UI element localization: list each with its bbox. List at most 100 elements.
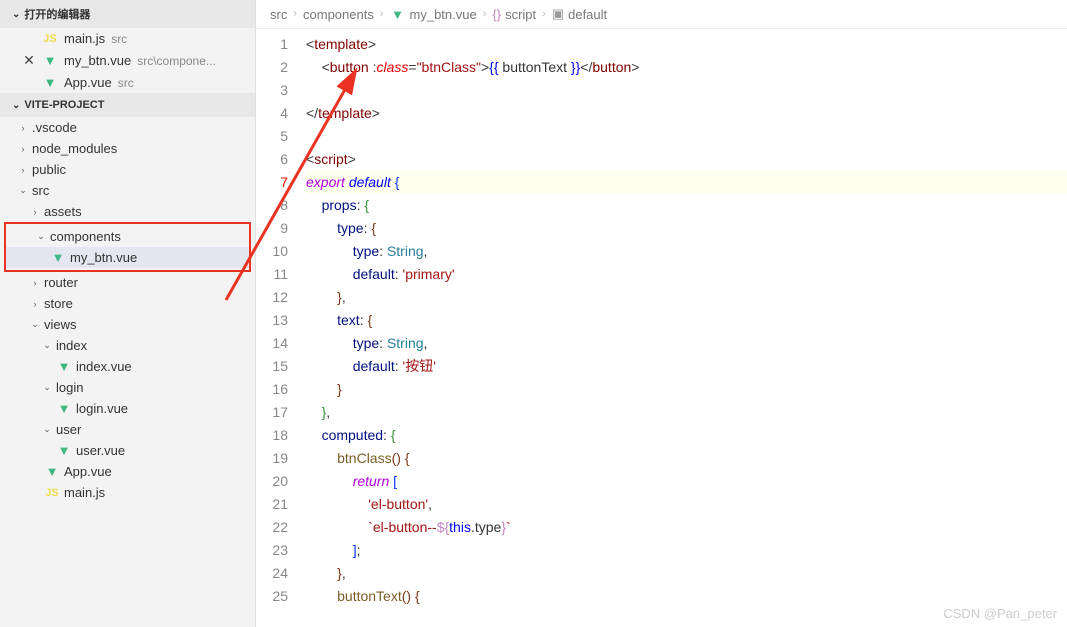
tree-item[interactable]: ⌄user [0,419,255,440]
code-line[interactable]: default: 'primary' [306,263,1067,286]
breadcrumb-label: default [568,7,607,22]
breadcrumb-sep: › [483,8,487,20]
tree-item[interactable]: ▼login.vue [0,398,255,419]
file-path: src\compone... [137,54,216,68]
code-line[interactable] [306,125,1067,148]
tree-item[interactable]: ▼user.vue [0,440,255,461]
code-line[interactable]: return [ [306,470,1067,493]
code-line[interactable]: `el-button--${this.type}` [306,516,1067,539]
tree-item[interactable]: › node_modules [0,138,255,159]
close-icon[interactable]: ✕ [22,52,36,69]
code-editor[interactable]: 1234567891011121314151617181920212223242… [256,29,1067,627]
editor-pane: src›components›▼my_btn.vue›{}script›▣def… [256,0,1067,627]
breadcrumb-label: script [505,7,536,22]
tree-item[interactable]: ⌄index [0,335,255,356]
tree-item[interactable]: ⌄components [6,226,249,247]
tree-item-label: main.js [64,485,105,500]
tree-item-label: views [44,317,77,332]
line-number: 21 [256,493,288,516]
tree-item[interactable]: JSmain.js [0,482,255,503]
code-line[interactable]: }, [306,401,1067,424]
chevron-icon: ⌄ [42,382,52,393]
tree-item[interactable]: ›store [0,293,255,314]
tree-item[interactable]: ▼App.vue [0,461,255,482]
chevron-icon: › [18,144,28,154]
tree-item-label: store [44,296,73,311]
code-line[interactable]: props: { [306,194,1067,217]
code-line[interactable]: computed: { [306,424,1067,447]
code-content[interactable]: <template> <button :class="btnClass">{{ … [306,29,1067,627]
open-editors-header[interactable]: ⌄ 打开的编辑器 [0,0,255,28]
vue-icon: ▼ [42,53,58,68]
chevron-down-icon: ⌄ [12,9,20,20]
editor-tab[interactable]: JSmain.js src [0,28,255,49]
tree-item[interactable]: ⌄login [0,377,255,398]
code-line[interactable]: buttonText() { [306,585,1067,608]
chevron-down-icon: ⌄ [12,100,20,111]
code-line[interactable]: ]; [306,539,1067,562]
tree-item[interactable]: ›assets [0,201,255,222]
tree-item-label: router [44,275,78,290]
line-number: 14 [256,332,288,355]
code-line[interactable]: type: String, [306,240,1067,263]
editor-tab[interactable]: ✕ ▼ my_btn.vue src\compone... [0,49,255,72]
tree-item-label: index [56,338,87,353]
line-number: 4 [256,102,288,125]
file-name: my_btn.vue [64,53,131,68]
js-icon: JS [42,33,58,45]
code-line[interactable]: default: '按钮' [306,355,1067,378]
code-line[interactable]: <script> [306,148,1067,171]
file-tree: ›.vscode›node_modules›public⌄src›assets … [0,117,255,627]
project-header[interactable]: ⌄ VITE-PROJECT [0,93,255,117]
tree-item[interactable]: ›router [0,272,255,293]
cube-icon: ▣ [552,6,564,22]
code-line[interactable]: type: String, [306,332,1067,355]
tree-item[interactable]: ⌄ views [0,314,255,335]
code-line[interactable]: type: { [306,217,1067,240]
watermark: CSDN @Pan_peter [943,606,1057,621]
vue-icon: ▼ [42,75,58,90]
code-line[interactable]: }, [306,562,1067,585]
line-number: 18 [256,424,288,447]
breadcrumb-label: src [270,7,287,22]
code-line[interactable]: } [306,378,1067,401]
code-line[interactable]: export default { [306,171,1067,194]
tree-item-label: node_modules [32,141,117,156]
code-line[interactable]: </template> [306,102,1067,125]
breadcrumb-item[interactable]: ▼my_btn.vue [390,7,477,22]
breadcrumb-item[interactable]: ▣ default [552,6,607,22]
vue-icon: ▼ [50,250,66,265]
tree-item[interactable]: ▼index.vue [0,356,255,377]
code-line[interactable]: btnClass() { [306,447,1067,470]
breadcrumb-item[interactable]: components [303,7,374,22]
editor-tab[interactable]: ▼App.vue src [0,72,255,93]
vue-icon: ▼ [56,401,72,416]
code-line[interactable]: 'el-button', [306,493,1067,516]
breadcrumb-item[interactable]: {}script [492,7,536,22]
tree-item-label: components [50,229,121,244]
open-editors-title: 打开的编辑器 [24,6,90,22]
tree-item-label: App.vue [64,464,112,479]
tree-item-label: assets [44,204,82,219]
code-line[interactable] [306,79,1067,102]
breadcrumb-item[interactable]: src [270,7,287,22]
chevron-icon: ⌄ [42,424,52,435]
line-number: 2 [256,56,288,79]
tree-item-label: my_btn.vue [70,250,137,265]
tree-item[interactable]: ›public [0,159,255,180]
line-number: 17 [256,401,288,424]
tree-item[interactable]: ▼ my_btn.vue [6,247,249,268]
code-line[interactable]: }, [306,286,1067,309]
tree-item[interactable]: ›.vscode [0,117,255,138]
breadcrumb[interactable]: src›components›▼my_btn.vue›{}script›▣def… [256,0,1067,29]
code-line[interactable]: text: { [306,309,1067,332]
project-title: VITE-PROJECT [24,99,104,111]
line-number: 9 [256,217,288,240]
code-line[interactable]: <button :class="btnClass">{{ buttonText … [306,56,1067,79]
chevron-icon: ⌄ [30,319,40,330]
tree-item[interactable]: ⌄src [0,180,255,201]
highlight-box: ⌄components ▼ my_btn.vue [4,222,251,272]
code-line[interactable]: <template> [306,33,1067,56]
file-path: src [118,76,134,90]
line-number: 15 [256,355,288,378]
